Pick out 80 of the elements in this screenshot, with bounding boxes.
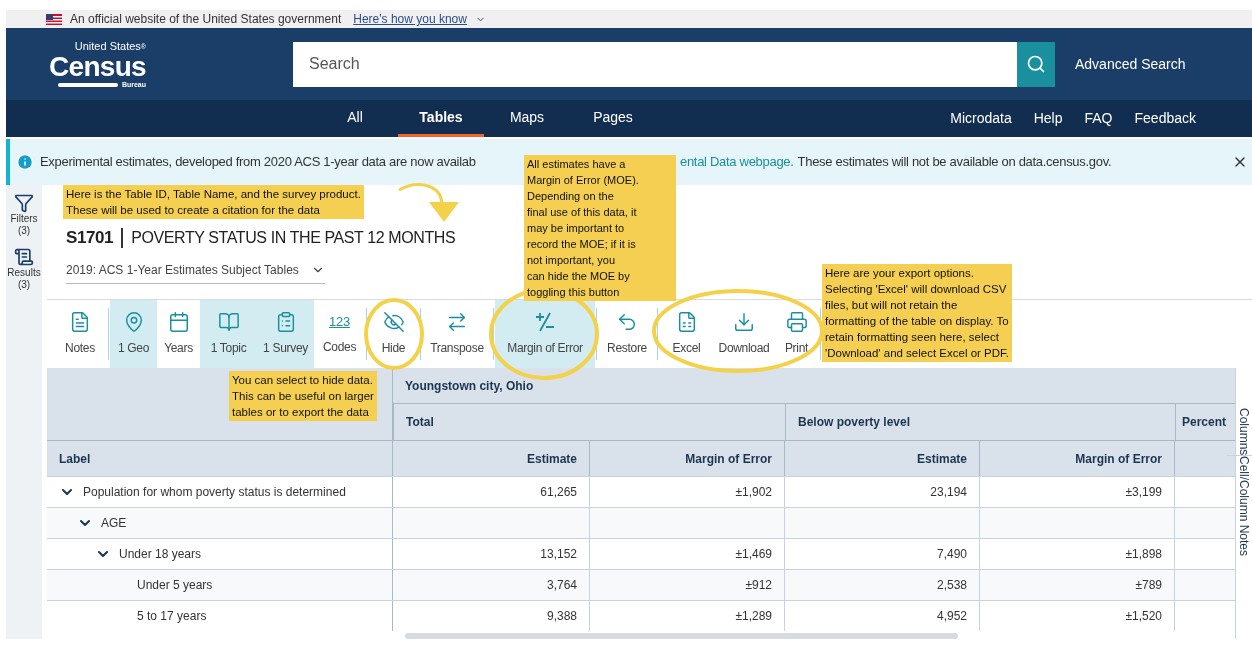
filter-icon [14,193,34,213]
toolbar-button[interactable]: 123 Codes [314,299,365,368]
flag-icon [46,13,62,25]
toolbar-button[interactable]: Notes [53,299,107,368]
callout-note: All estimates have a Margin of Error (MOE). Depending on the final use of this data, it may be important to record the MOE; if it is not important, you can hide the MOE by toggling this button [524,155,676,301]
advanced-search-link[interactable]: Advanced Search [1075,53,1186,75]
toolbar-button[interactable]: Download [714,299,774,368]
number-icon: 123 [329,311,350,332]
table-cell-text: ±3,199 [1125,484,1162,501]
how-you-know-link[interactable]: Here's how you know [353,10,467,28]
search-field[interactable]: Search [293,41,1017,87]
highlight-circle [364,298,424,370]
nav-link[interactable]: Microdata [950,108,1012,129]
toolbar-button[interactable]: 1 Topic [200,299,257,368]
eye-slash-icon [382,310,405,333]
table-cell-text: 9,388 [546,608,577,625]
table-cell-text: ±912 [745,577,772,594]
row-label: Under 5 years [137,577,213,594]
sidebar-button[interactable]: Filters (3) [10,193,38,237]
callout-note: Here is the Table ID, Table Name, and the survey product. These will be used to create a citation for the data [63,185,364,219]
table-cell-text: ±789 [1135,577,1162,594]
download-icon [733,310,755,333]
gov-banner-text: An official website of the United States government [70,11,342,28]
table-cell-text: ±1,520 [1125,608,1162,625]
banner-text: Experimental estimates, developed from 2020 ACS 1-year data are now availab [40,153,477,172]
toolbar-button[interactable]: Excel [659,299,714,368]
callout-note: Here are your export options. Selecting 'Excel' will download CSV files, but will not retain the formatting of the table on display. To retain formatting seen here, select 'Download' and select Excel or PDF. [822,264,1012,362]
columns-tab[interactable]: Columns [1227,408,1252,457]
document-icon [14,247,34,267]
row-label: 5 to 17 years [137,608,207,625]
nav-link[interactable]: Help [1033,108,1063,129]
banner-text: These estimates will not be available on data.census.gov. [797,153,1112,172]
table-cell-text: 4,952 [936,608,967,625]
geo-header: Youngstown city, Ohio [393,368,1235,404]
experimental-data-link[interactable]: ental Data webpage. [680,152,794,172]
callout-note: You can select to hide data. This can be useful on larger tables or to export the data [229,371,377,421]
nav-tab[interactable]: All [312,100,398,137]
group-header: Percent [1175,404,1235,440]
table-cell-text: 7,490 [936,546,967,563]
search-icon [1026,54,1046,74]
row-label: Under 18 years [119,546,202,563]
table-cell-text: 23,194 [930,484,967,501]
table-cell-text: ±1,898 [1125,546,1162,563]
search-button[interactable] [1017,41,1055,87]
table-cell-text: 3,764 [546,577,577,594]
row-label: AGE [101,515,127,532]
toolbar-button[interactable]: 1 Geo [110,299,157,368]
document-icon [69,310,91,333]
table-cell-text: ±1,469 [735,546,772,563]
product-dropdown[interactable]: 2019: ACS 1-Year Estimates Subject Tables [66,260,325,284]
group-header: Below poverty level [785,404,1175,440]
sidebar-button[interactable]: Results (3) [7,247,41,291]
table-id: S1701 [66,227,114,249]
cell-column-notes-tab[interactable]: Cell/Column Notes [1227,456,1252,557]
toolbar-button[interactable]: Transpose [422,299,492,368]
printer-icon [785,310,808,333]
table-cell-text: 61,265 [540,484,577,501]
table-cell-text: ±1,902 [735,484,772,501]
toolbar-button[interactable]: 1 Survey [257,299,314,368]
plus-minus-icon [534,310,556,333]
swap-arrows-icon [446,310,468,333]
nav-tab[interactable]: Maps [484,100,570,137]
group-header: Total [393,404,785,440]
nav-tab[interactable]: Pages [570,100,656,137]
toolbar-button[interactable]: Print [774,299,819,368]
nav-link[interactable]: FAQ [1084,108,1113,129]
table-name: POVERTY STATUS IN THE PAST 12 MONTHS [131,227,456,248]
scrollbar[interactable] [405,633,958,639]
table-cell-text: ±1,289 [735,608,772,625]
row-label: Population for whom poverty status is determined [83,484,346,501]
calendar-icon [167,310,190,333]
toolbar-button[interactable]: Margin of Error [495,299,595,368]
curved-arrow [397,182,461,224]
table-cell-text: 13,152 [540,546,577,563]
nav-link[interactable]: Feedback [1134,108,1196,129]
table-cell-text: 2,538 [936,577,967,594]
toolbar-button[interactable]: Restore [598,299,656,368]
info-icon [16,153,34,171]
book-icon [217,310,240,333]
toolbar-button[interactable]: Years [157,299,200,368]
